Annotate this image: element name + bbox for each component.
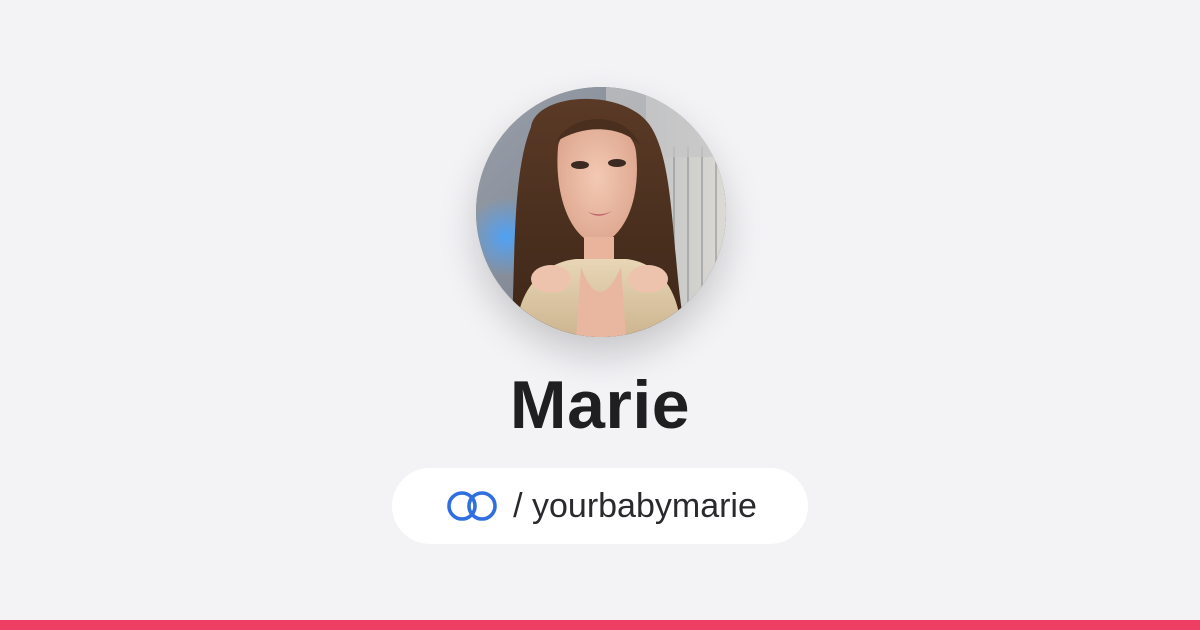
avatar-photo bbox=[476, 87, 726, 337]
linked-rings-icon bbox=[443, 489, 501, 523]
accent-bar bbox=[0, 620, 1200, 630]
avatar-container bbox=[476, 87, 726, 337]
profile-handle: / yourbabymarie bbox=[513, 487, 757, 525]
profile-card: Marie / yourbabymarie bbox=[0, 0, 1200, 630]
profile-handle-link[interactable]: / yourbabymarie bbox=[392, 468, 808, 544]
avatar[interactable] bbox=[476, 87, 726, 337]
profile-name: Marie bbox=[509, 367, 691, 443]
